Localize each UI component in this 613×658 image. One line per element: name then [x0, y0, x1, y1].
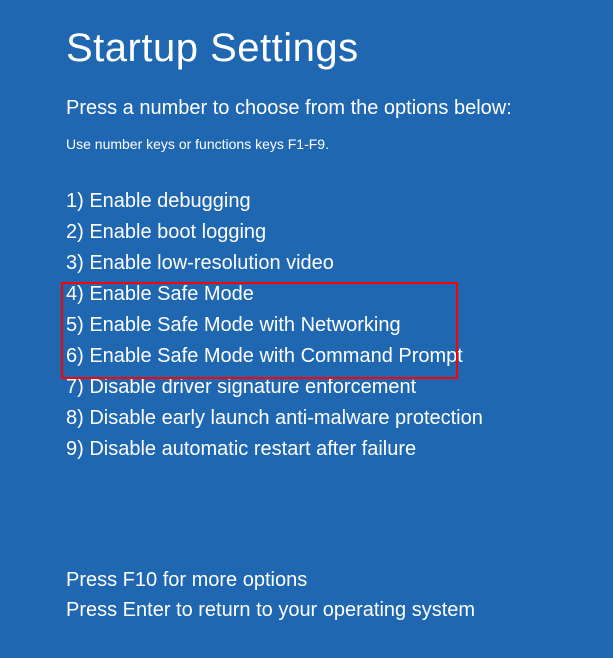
option-4-safe-mode[interactable]: 4) Enable Safe Mode: [66, 279, 613, 310]
option-3-low-resolution-video[interactable]: 3) Enable low-resolution video: [66, 248, 613, 279]
more-options-hint: Press F10 for more options: [66, 565, 475, 595]
option-9-disable-auto-restart[interactable]: 9) Disable automatic restart after failu…: [66, 434, 613, 465]
options-list: 1) Enable debugging 2) Enable boot loggi…: [66, 186, 613, 465]
instruction-subtitle: Press a number to choose from the option…: [66, 97, 613, 120]
option-5-safe-mode-networking[interactable]: 5) Enable Safe Mode with Networking: [66, 310, 613, 341]
option-7-disable-driver-signature[interactable]: 7) Disable driver signature enforcement: [66, 372, 613, 403]
option-6-safe-mode-command-prompt[interactable]: 6) Enable Safe Mode with Command Prompt: [66, 341, 613, 372]
option-1-debugging[interactable]: 1) Enable debugging: [66, 186, 613, 217]
keys-hint: Use number keys or functions keys F1-F9.: [66, 136, 613, 152]
option-8-disable-anti-malware[interactable]: 8) Disable early launch anti-malware pro…: [66, 403, 613, 434]
footer-instructions: Press F10 for more options Press Enter t…: [66, 565, 475, 625]
page-title: Startup Settings: [66, 26, 613, 71]
return-hint: Press Enter to return to your operating …: [66, 595, 475, 625]
option-2-boot-logging[interactable]: 2) Enable boot logging: [66, 217, 613, 248]
